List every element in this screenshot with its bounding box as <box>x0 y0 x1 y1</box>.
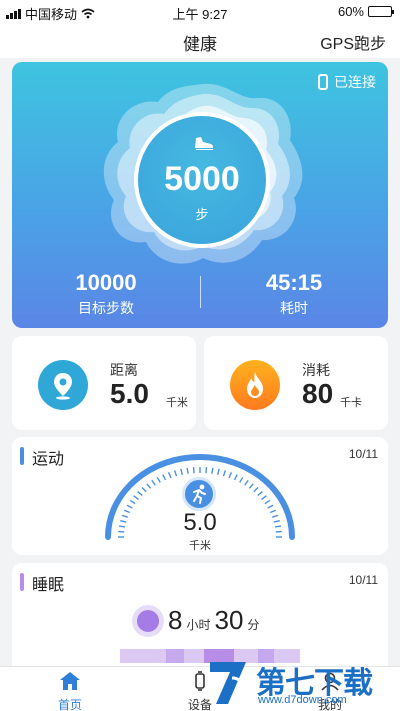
calories-card[interactable]: 消耗 80 千卡 <box>204 336 388 430</box>
elapsed-time-label: 耗时 <box>280 300 308 316</box>
gauge-tick <box>146 483 152 489</box>
steps-value: 5000 <box>164 160 240 198</box>
gauge-tick <box>167 472 172 479</box>
calories-unit: 千卡 <box>340 397 362 409</box>
distance-label: 距离 <box>110 362 138 378</box>
gauge-tick <box>248 483 254 489</box>
gauge-tick <box>233 474 238 481</box>
exercise-unit: 千米 <box>189 540 211 552</box>
watermark-url: www.d7down.com <box>258 694 347 706</box>
sleep-title: 睡眠 <box>32 577 65 594</box>
connection-status: 已连接 <box>318 72 376 92</box>
gauge-tick <box>211 467 214 474</box>
elapsed-time-value: 45:15 <box>265 270 323 295</box>
gauge-tick <box>267 504 274 509</box>
calories-label: 消耗 <box>302 362 330 378</box>
watch-icon <box>318 74 328 90</box>
nav-bar: 健康 GPS跑步 <box>0 22 400 58</box>
gps-run-button[interactable]: GPS跑步 <box>320 30 386 54</box>
tab-home[interactable]: 首页 <box>40 671 100 711</box>
gauge-tick <box>133 495 139 500</box>
sleep-minutes-unit: 分 <box>247 618 260 632</box>
gauge-tick <box>253 487 259 493</box>
distance-value: 5.0 <box>110 378 149 409</box>
site-watermark: 第七下载站 www.d7down.com <box>206 656 396 710</box>
target-steps-value: 10000 <box>75 270 137 295</box>
battery-icon <box>368 6 394 17</box>
target-steps: 10000 目标步数 <box>12 270 200 318</box>
gauge-tick <box>217 468 220 475</box>
gauge-tick <box>261 495 267 500</box>
sleep-minutes: 30 <box>214 605 244 635</box>
gauge-tick <box>151 479 156 486</box>
gauge-tick <box>257 491 263 496</box>
steps-circle: 5000 步 <box>134 112 270 248</box>
connection-label: 已连接 <box>334 74 376 90</box>
target-steps-label: 目标步数 <box>78 300 134 316</box>
steps-card[interactable]: 已连接 5000 步 10000 目标步数 45:15 耗时 <box>12 62 388 328</box>
gauge-tick <box>129 499 136 505</box>
gauge-tick <box>244 479 249 486</box>
gauge-tick <box>126 504 133 509</box>
gauge-tick <box>162 474 167 481</box>
battery-percent: 60% <box>337 4 364 19</box>
shoe-icon <box>195 137 213 150</box>
gauge-tick <box>180 468 183 475</box>
tab-home-label: 首页 <box>57 698 82 711</box>
sleep-hours: 8 <box>168 605 183 635</box>
sleep-hours-unit: 小时 <box>186 618 211 632</box>
watermark-logo <box>210 662 246 704</box>
moon-icon <box>132 605 164 637</box>
flame-icon <box>230 360 280 410</box>
steps-unit: 步 <box>195 207 209 222</box>
running-icon <box>182 477 216 511</box>
home-icon <box>60 672 80 690</box>
gauge-tick <box>239 476 244 483</box>
gauge-tick <box>137 491 143 496</box>
gauge-tick <box>156 476 161 483</box>
distance-card[interactable]: 距离 5.0 千米 <box>12 336 196 430</box>
gauge-tick <box>264 499 271 505</box>
location-pin-icon <box>38 360 88 410</box>
gauge-tick <box>141 487 147 493</box>
gauge-tick <box>186 467 189 474</box>
gauge-tick <box>173 470 178 477</box>
exercise-value: 5.0 <box>183 509 217 536</box>
gauge-tick <box>228 472 233 479</box>
sleep-date: 10/11 <box>348 573 378 587</box>
sleep-duration: 8 小时 30 分 <box>132 605 259 637</box>
exercise-card[interactable]: 运动 10/11 5.0 千米 <box>12 437 388 555</box>
gauge-tick <box>222 470 227 477</box>
status-right: 60% <box>337 4 394 19</box>
elapsed-time: 45:15 耗时 <box>200 270 388 318</box>
status-bar: 中国移动 上午 9:27 60% <box>0 0 400 22</box>
calories-value: 80 <box>302 378 334 409</box>
sleep-accent-bar <box>20 573 24 591</box>
distance-unit: 千米 <box>166 397 188 409</box>
